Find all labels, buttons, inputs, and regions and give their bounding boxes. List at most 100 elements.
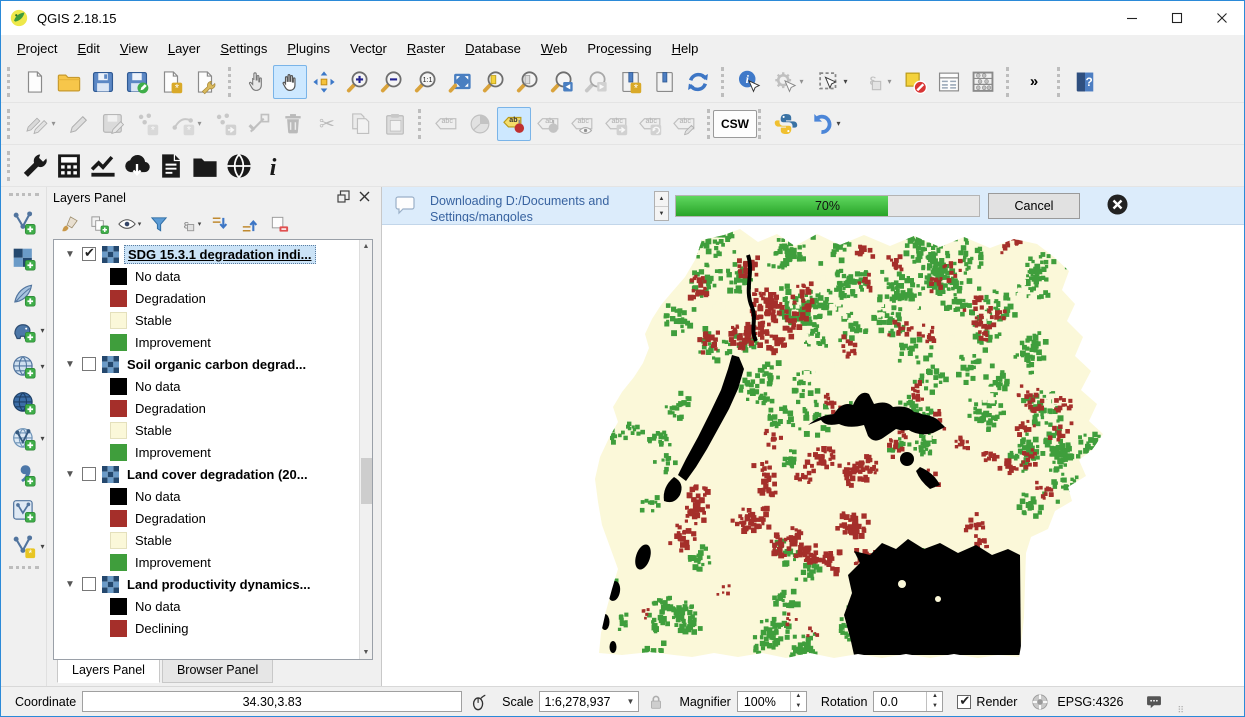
open-attribute-table-button[interactable] xyxy=(932,65,966,99)
save-project-as-button[interactable] xyxy=(120,65,154,99)
add-feature-button[interactable]: * xyxy=(130,107,164,141)
trends-settings-button[interactable] xyxy=(18,149,52,183)
identify-features-button[interactable]: i xyxy=(732,65,766,99)
legend-item[interactable]: No data xyxy=(54,595,359,617)
coordinate-input[interactable] xyxy=(82,691,462,712)
pan-to-selection-button[interactable] xyxy=(307,65,341,99)
rotate-label-button[interactable]: abc xyxy=(633,107,667,141)
spin-arrows-icon[interactable]: ▲▼ xyxy=(790,692,806,711)
zoom-last-button[interactable] xyxy=(545,65,579,99)
layer-checkbox[interactable] xyxy=(82,247,96,261)
layer-row[interactable]: ▼ Soil organic carbon degrad... xyxy=(54,353,359,375)
trends-download-button[interactable] xyxy=(120,149,154,183)
scale-combo[interactable]: 1:6,278,937 ▼ xyxy=(539,691,639,712)
run-feature-action-button[interactable]: ▾ xyxy=(766,65,810,99)
change-label-button[interactable]: abc xyxy=(667,107,701,141)
menu-vector[interactable]: Vector xyxy=(340,37,397,60)
layer-checkbox[interactable] xyxy=(82,467,96,481)
expand-all-button[interactable] xyxy=(205,211,233,237)
show-hide-labels-button[interactable]: abc xyxy=(565,107,599,141)
new-shapefile-layer-button[interactable] xyxy=(3,492,45,528)
highlight-pinned-labels-button[interactable]: abc xyxy=(429,107,463,141)
help-contents-button[interactable]: ? xyxy=(1068,65,1102,99)
layer-checkbox[interactable] xyxy=(82,577,96,591)
select-features-button[interactable]: ▾ xyxy=(810,65,854,99)
show-bookmarks-button[interactable] xyxy=(647,65,681,99)
metasearch-csw-button[interactable]: CSW xyxy=(718,107,752,141)
diagram-options-button[interactable] xyxy=(463,107,497,141)
menu-edit[interactable]: Edit xyxy=(67,37,109,60)
add-spatialite-layer-button[interactable] xyxy=(3,276,45,312)
zoom-in-button[interactable] xyxy=(341,65,375,99)
trends-load-button[interactable] xyxy=(188,149,222,183)
scroll-up-icon[interactable]: ▲ xyxy=(360,240,372,253)
paste-features-button[interactable] xyxy=(378,107,412,141)
menu-web[interactable]: Web xyxy=(531,37,578,60)
trends-plot-button[interactable] xyxy=(86,149,120,183)
close-panel-icon[interactable] xyxy=(358,190,371,206)
collapse-caret-icon[interactable]: ▼ xyxy=(62,469,78,480)
legend-item[interactable]: Stable xyxy=(54,309,359,331)
lock-scale-icon[interactable] xyxy=(647,693,665,711)
refresh-map-button[interactable] xyxy=(681,65,715,99)
trends-visualization-button[interactable] xyxy=(222,149,256,183)
toggle-editing-button[interactable] xyxy=(62,107,96,141)
zoom-native-button[interactable]: 1:1 xyxy=(409,65,443,99)
layer-name[interactable]: Soil organic carbon degrad... xyxy=(124,356,309,373)
legend-item[interactable]: No data xyxy=(54,485,359,507)
add-delimited-text-layer-button[interactable] xyxy=(3,456,45,492)
node-tool-button[interactable] xyxy=(242,107,276,141)
menu-processing[interactable]: Processing xyxy=(577,37,661,60)
zoom-next-button[interactable] xyxy=(579,65,613,99)
add-wfs-layer-button[interactable]: ▾ xyxy=(3,420,45,456)
current-edits-button[interactable]: ▾ xyxy=(18,107,62,141)
zoom-full-button[interactable] xyxy=(443,65,477,99)
menu-layer[interactable]: Layer xyxy=(158,37,211,60)
render-checkbox[interactable] xyxy=(957,695,971,709)
layer-styling-button[interactable] xyxy=(55,211,83,237)
resize-grip[interactable]: ⠿ xyxy=(1177,705,1185,716)
trends-calculate-button[interactable] xyxy=(52,149,86,183)
deselect-all-button[interactable] xyxy=(898,65,932,99)
float-panel-icon[interactable] xyxy=(337,190,350,206)
tab-layers-panel[interactable]: Layers Panel xyxy=(57,660,160,683)
legend-item[interactable]: Declining xyxy=(54,617,359,639)
pin-unpin-labels-button[interactable]: ab xyxy=(531,107,565,141)
collapse-all-button[interactable] xyxy=(235,211,263,237)
layer-labeling-options-button[interactable]: ab xyxy=(497,107,531,141)
legend-item[interactable]: Degradation xyxy=(54,287,359,309)
maximize-button[interactable] xyxy=(1154,1,1199,35)
scroll-thumb[interactable] xyxy=(361,458,372,504)
filter-legend-button[interactable] xyxy=(145,211,173,237)
cancel-button[interactable]: Cancel xyxy=(988,193,1080,219)
scroll-down-icon[interactable]: ▼ xyxy=(360,646,372,659)
legend-item[interactable]: Degradation xyxy=(54,507,359,529)
message-spinbox[interactable]: ▲▼ xyxy=(654,191,669,221)
toolbar-overflow-button[interactable]: » xyxy=(1017,65,1051,99)
plugin-reload-button[interactable]: ▾ xyxy=(803,107,847,141)
layer-name[interactable]: Land cover degradation (20... xyxy=(124,466,311,483)
add-vector-layer-button[interactable] xyxy=(3,204,45,240)
spin-arrows-icon[interactable]: ▲▼ xyxy=(926,692,942,711)
menu-view[interactable]: View xyxy=(110,37,158,60)
add-wcs-layer-button[interactable] xyxy=(3,384,45,420)
tree-scrollbar[interactable]: ▲ ▼ xyxy=(359,240,372,659)
minimize-button[interactable] xyxy=(1109,1,1154,35)
add-group-button[interactable] xyxy=(85,211,113,237)
save-layer-edits-button[interactable] xyxy=(96,107,130,141)
legend-item[interactable]: No data xyxy=(54,375,359,397)
add-circular-string-button[interactable]: *▾ xyxy=(164,107,208,141)
collapse-caret-icon[interactable]: ▼ xyxy=(62,359,78,370)
menu-help[interactable]: Help xyxy=(662,37,709,60)
cut-features-button[interactable]: ✂ xyxy=(310,107,344,141)
rotation-spinbox[interactable]: 0.0 ▲▼ xyxy=(873,691,943,712)
touch-zoom-button[interactable] xyxy=(239,65,273,99)
move-label-button[interactable]: abc xyxy=(599,107,633,141)
close-button[interactable] xyxy=(1199,1,1244,35)
open-project-button[interactable] xyxy=(52,65,86,99)
tab-browser-panel[interactable]: Browser Panel xyxy=(162,660,273,683)
legend-item[interactable]: Improvement xyxy=(54,441,359,463)
copy-features-button[interactable] xyxy=(344,107,378,141)
menu-database[interactable]: Database xyxy=(455,37,531,60)
add-raster-layer-button[interactable] xyxy=(3,240,45,276)
